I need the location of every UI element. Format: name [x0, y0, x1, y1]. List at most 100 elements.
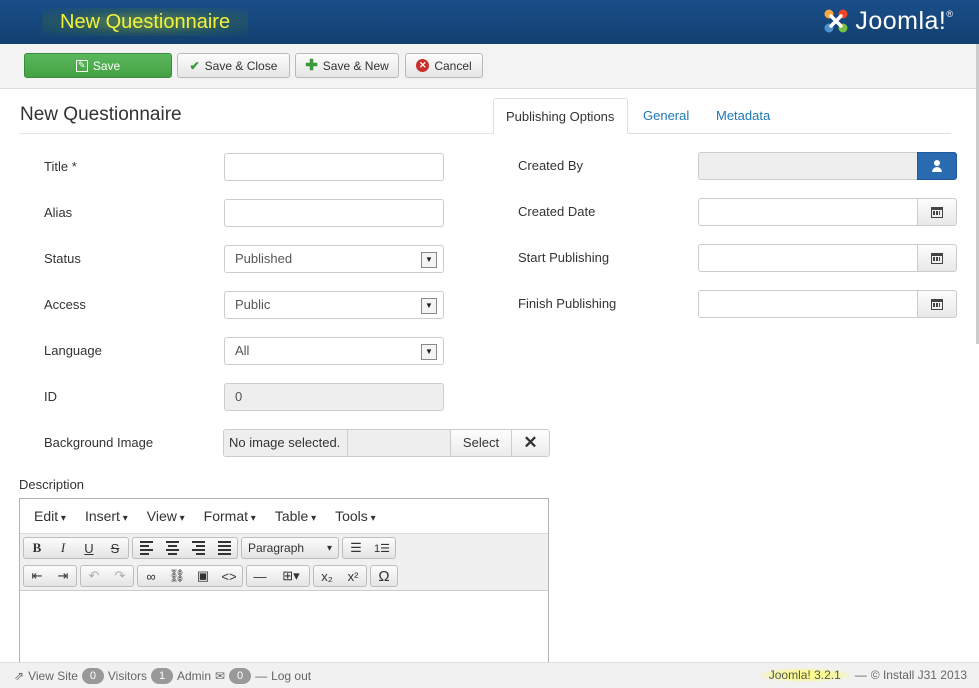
bold-button[interactable]: B	[24, 538, 50, 558]
align-right-icon	[191, 541, 205, 555]
script-group: x₂ x²	[313, 565, 367, 587]
start-publishing-calendar-button[interactable]	[917, 244, 957, 272]
access-label: Access	[44, 297, 86, 312]
created-date-calendar-button[interactable]	[917, 198, 957, 226]
outdent-icon: ⇤	[31, 568, 43, 583]
subscript-icon: x₂	[321, 568, 333, 584]
access-select[interactable]: Public ▼	[224, 291, 444, 319]
menu-insert[interactable]: Insert	[85, 508, 128, 524]
align-right-button[interactable]	[185, 538, 211, 558]
list-group: ☰ 1☰	[342, 537, 396, 559]
superscript-button[interactable]: x²	[340, 566, 366, 586]
table-icon: ⊞▾	[282, 568, 300, 583]
menu-view[interactable]: View	[147, 508, 185, 524]
language-select[interactable]: All ▼	[224, 337, 444, 365]
align-left-icon	[139, 541, 153, 555]
finish-publishing-input[interactable]	[698, 290, 918, 318]
close-icon: ✕	[523, 433, 538, 452]
cancel-label: Cancel	[434, 58, 472, 73]
access-value: Public	[235, 297, 271, 312]
version-label: Joomla! 3.2.1	[758, 668, 851, 682]
menu-format[interactable]: Format	[204, 508, 256, 524]
status-bar-right: Joomla! 3.2.1 — © Install J31 2013	[758, 668, 967, 682]
joomla-logo[interactable]: Joomla! ®	[821, 4, 953, 38]
tab-general[interactable]: General	[631, 98, 701, 134]
dropdown-arrow-icon: ▼	[421, 298, 437, 314]
align-center-button[interactable]	[159, 538, 185, 558]
align-left-button[interactable]	[133, 538, 159, 558]
title-input[interactable]	[224, 153, 444, 181]
format-select-group: Paragraph	[241, 537, 339, 559]
language-label: Language	[44, 343, 102, 358]
joomla-logo-text: Joomla!	[855, 6, 947, 35]
special-character-button[interactable]: Ω	[371, 566, 397, 586]
created-by-label: Created By	[518, 158, 584, 173]
menu-table[interactable]: Table	[275, 508, 316, 524]
finish-publishing-label: Finish Publishing	[518, 296, 617, 311]
menu-tools[interactable]: Tools	[335, 508, 376, 524]
user-icon	[931, 160, 943, 172]
horizontal-rule-button[interactable]: —	[247, 566, 273, 586]
save-new-label: Save & New	[322, 58, 389, 73]
strikethrough-button[interactable]: S	[102, 538, 128, 558]
underline-button[interactable]: U	[76, 538, 102, 558]
background-image-preview	[348, 430, 451, 456]
created-date-input[interactable]	[698, 198, 918, 226]
alias-input[interactable]	[224, 199, 444, 227]
menu-edit[interactable]: Edit	[34, 508, 66, 524]
bullet-list-icon: ☰	[350, 540, 362, 555]
table-button[interactable]: ⊞▾	[273, 566, 309, 586]
title-label: Title *	[44, 159, 77, 174]
status-bar-left: ⇗ View Site 0 Visitors 1 Admin ✉ 0 — Log…	[14, 668, 311, 684]
unlink-button[interactable]: ⛓	[164, 566, 190, 586]
numbered-list-button[interactable]: 1☰	[369, 538, 395, 558]
view-site-link[interactable]: View Site	[28, 669, 78, 683]
created-date-label: Created Date	[518, 204, 596, 219]
description-label: Description	[19, 477, 85, 492]
editor-toolbar-row-2: ⇤ ⇥ ↶ ↷ ∞ ⛓ ▣ <> — ⊞▾ x₂ x² Ω	[20, 562, 548, 590]
justify-button[interactable]	[211, 538, 237, 558]
indent-button[interactable]: ⇥	[50, 566, 76, 586]
select-image-button[interactable]: Select	[451, 430, 512, 456]
subscript-button[interactable]: x₂	[314, 566, 340, 586]
indent-icon: ⇥	[57, 568, 69, 583]
code-icon: <>	[221, 568, 237, 584]
redo-button[interactable]: ↷	[107, 566, 133, 586]
save-button[interactable]: ✎ Save	[24, 53, 172, 78]
tab-metadata[interactable]: Metadata	[704, 98, 782, 134]
save-close-button[interactable]: ✔ Save & Close	[177, 53, 290, 78]
editor-toolbar-row-1: B I U S Paragraph ☰ 1☰	[20, 534, 548, 562]
form-title: New Questionnaire	[20, 104, 182, 125]
save-new-button[interactable]: ✚ Save & New	[295, 53, 399, 78]
link-icon: ∞	[146, 568, 156, 584]
undo-button[interactable]: ↶	[81, 566, 107, 586]
link-button[interactable]: ∞	[138, 566, 164, 586]
status-value: Published	[235, 251, 293, 266]
finish-publishing-calendar-button[interactable]	[917, 290, 957, 318]
image-button[interactable]: ▣	[190, 566, 216, 586]
tab-publishing-options[interactable]: Publishing Options	[493, 98, 628, 134]
header-bar: New Questionnaire Joomla! ®	[0, 0, 979, 44]
status-select[interactable]: Published ▼	[224, 245, 444, 273]
calendar-icon	[931, 252, 943, 264]
indent-group: ⇤ ⇥	[23, 565, 77, 587]
cancel-button[interactable]: ✕ Cancel	[405, 53, 483, 78]
page-heading: New Questionnaire	[42, 8, 249, 36]
logout-link[interactable]: Log out	[271, 669, 311, 683]
clear-image-button[interactable]: ✕	[512, 430, 549, 456]
bullet-list-button[interactable]: ☰	[343, 538, 369, 558]
italic-button[interactable]: I	[50, 538, 76, 558]
format-select[interactable]: Paragraph	[242, 538, 338, 558]
save-button-label: Save	[92, 58, 121, 73]
special-char-group: Ω	[370, 565, 398, 587]
code-button[interactable]: <>	[216, 566, 242, 586]
plus-icon: ✚	[305, 57, 318, 74]
dropdown-arrow-icon: ▼	[421, 252, 437, 268]
start-publishing-input[interactable]	[698, 244, 918, 272]
check-icon: ✔	[189, 58, 200, 73]
outdent-button[interactable]: ⇤	[24, 566, 50, 586]
select-user-button[interactable]	[917, 152, 957, 180]
mail-count-badge[interactable]: 0	[229, 668, 252, 684]
editor-content-area[interactable]	[20, 590, 548, 662]
description-editor: Edit Insert View Format Table Tools B I …	[19, 498, 549, 663]
